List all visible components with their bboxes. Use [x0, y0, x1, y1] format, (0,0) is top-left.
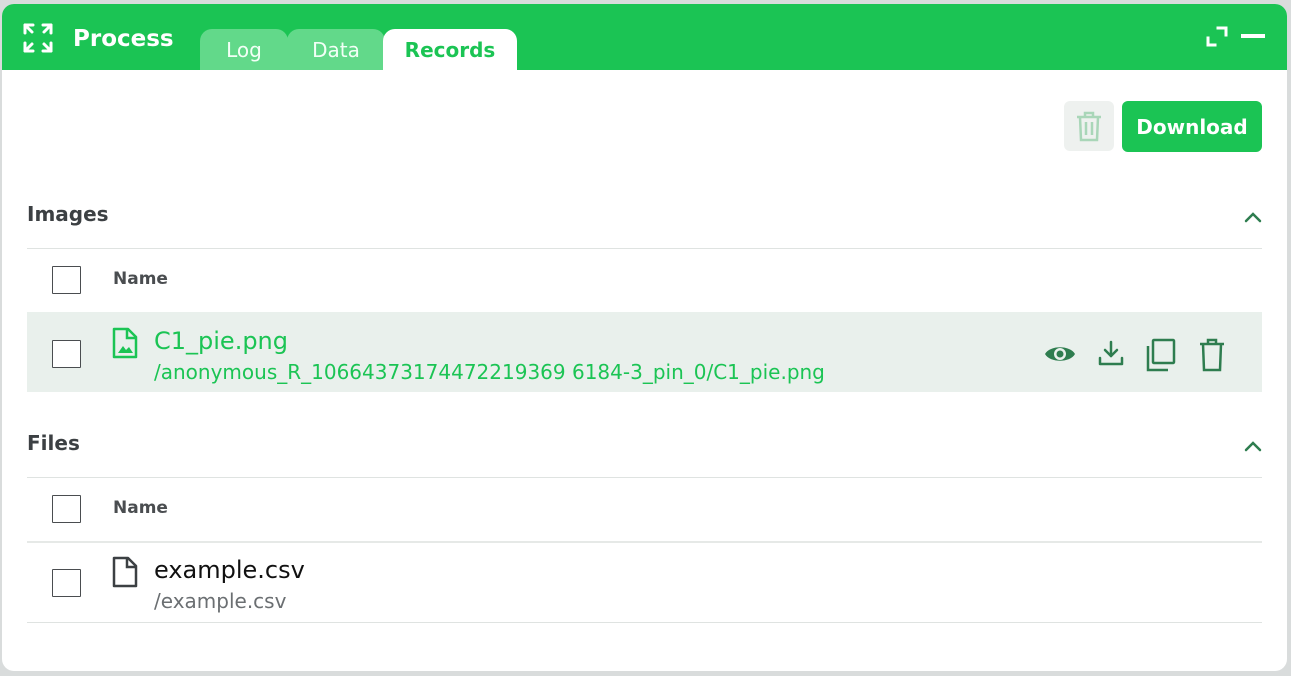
chevron-up-icon[interactable] — [1243, 439, 1263, 453]
file-icon — [112, 556, 138, 588]
divider — [27, 477, 1262, 478]
divider — [27, 248, 1262, 249]
images-section-title: Images — [27, 202, 109, 226]
divider — [27, 541, 1262, 543]
app-title: Process — [73, 26, 174, 52]
files-section-title: Files — [27, 431, 80, 455]
expand-icon[interactable] — [1204, 24, 1230, 48]
divider — [27, 622, 1262, 623]
title-bar: Process Log Data Records — [2, 4, 1287, 70]
minimize-icon[interactable] — [1240, 24, 1266, 48]
copy-icon[interactable] — [1144, 338, 1176, 372]
chevron-up-icon[interactable] — [1243, 210, 1263, 224]
download-button[interactable]: Download — [1122, 101, 1262, 152]
tab-data[interactable]: Data — [287, 29, 385, 70]
tab-log[interactable]: Log — [200, 29, 288, 70]
delete-selected-button[interactable] — [1064, 101, 1114, 151]
view-icon[interactable] — [1044, 338, 1076, 370]
process-window: Process Log Data Records Download Images… — [2, 4, 1287, 671]
image-file-name[interactable]: C1_pie.png — [154, 327, 288, 355]
images-select-all-checkbox[interactable] — [52, 266, 81, 294]
fullscreen-arrows-icon — [23, 23, 53, 53]
image-row-checkbox[interactable] — [52, 340, 81, 368]
image-file-path: /anonymous_R_10664373174472219369 6184-3… — [154, 360, 825, 384]
download-icon[interactable] — [1096, 338, 1126, 368]
delete-icon[interactable] — [1198, 338, 1226, 372]
files-name-header: Name — [113, 498, 168, 518]
trash-icon — [1077, 111, 1101, 142]
csv-file-name[interactable]: example.csv — [154, 556, 305, 584]
tab-records[interactable]: Records — [383, 29, 517, 70]
image-file-icon — [112, 327, 138, 359]
files-select-all-checkbox[interactable] — [52, 495, 81, 523]
images-name-header: Name — [113, 269, 168, 289]
file-row-checkbox[interactable] — [52, 569, 81, 597]
csv-file-path: /example.csv — [154, 589, 287, 613]
